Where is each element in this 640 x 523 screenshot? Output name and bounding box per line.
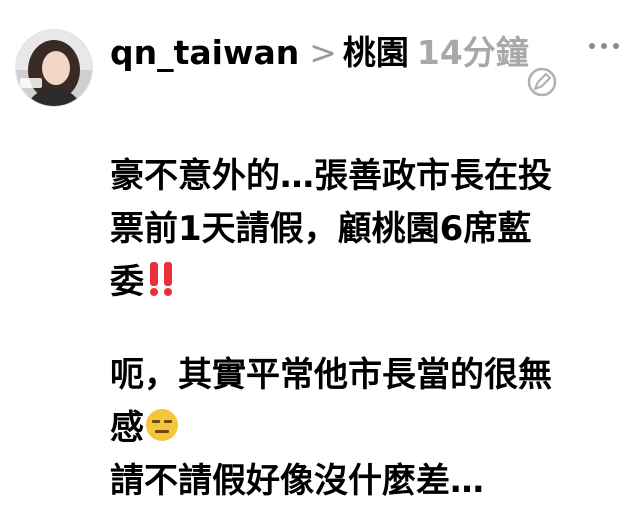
avatar-photo	[16, 30, 92, 106]
post-timestamp: 14分鐘	[416, 33, 529, 72]
text-fragment: 委	[110, 262, 144, 302]
double-exclamation-emoji	[150, 262, 172, 296]
username-link[interactable]: qn_taiwan	[110, 33, 299, 72]
text-line-with-emoji: 感	[110, 402, 610, 455]
thread-post: qn_taiwan > 桃園 14分鐘 豪不意外的…張善政市長在投 票前1天請假，顧桃…	[0, 0, 640, 523]
more-dots-icon[interactable]	[584, 36, 624, 56]
post-body: 豪不意外的…張善政市長在投 票前1天請假，顧桃園6席藍 委 呃，其實平常他市長當…	[110, 150, 610, 508]
text-line: 票前1天請假，顧桃園6席藍	[110, 209, 532, 249]
text-line-with-emoji: 委	[110, 256, 610, 309]
location-link[interactable]: 桃園	[343, 33, 409, 72]
chevron-right-icon: >	[309, 33, 337, 72]
text-line: 呃，其實平常他市長當的很無	[110, 355, 552, 395]
paragraph: 呃，其實平常他市長當的很無 感 請不請假好像沒什麼差…	[110, 349, 610, 508]
text-line: 請不請假好像沒什麼差…	[110, 461, 484, 501]
avatar[interactable]	[16, 30, 92, 106]
paragraph: 豪不意外的…張善政市長在投 票前1天請假，顧桃園6席藍 委	[110, 150, 610, 309]
post-header: qn_taiwan > 桃園 14分鐘	[110, 28, 530, 78]
text-fragment: 感	[110, 408, 144, 448]
edit-pencil-icon[interactable]	[524, 64, 560, 100]
text-line: 豪不意外的…張善政市長在投	[110, 156, 552, 196]
expressionless-face-emoji	[146, 409, 178, 441]
